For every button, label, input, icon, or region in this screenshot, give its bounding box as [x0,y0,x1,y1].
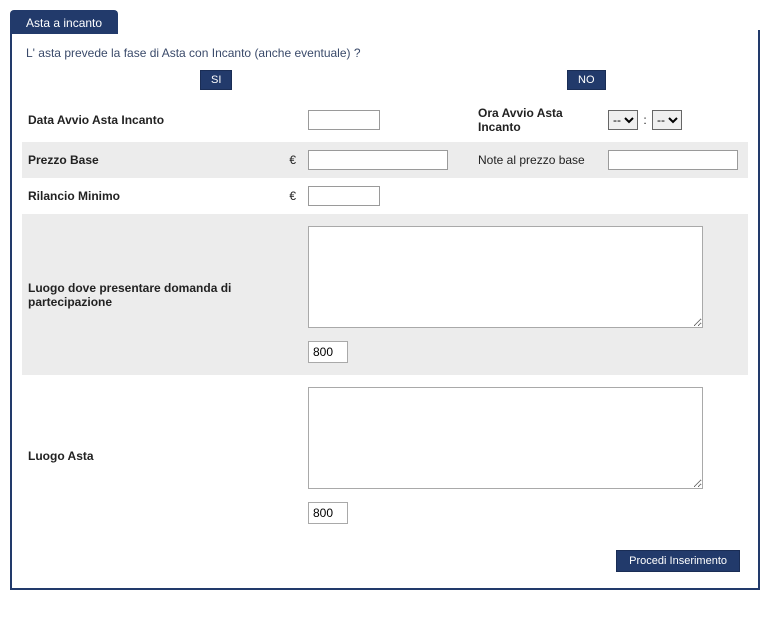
textarea-luogo-asta[interactable] [308,387,703,489]
row-data-avvio: Data Avvio Asta Incanto Ora Avvio Asta I… [22,98,748,142]
no-button[interactable]: NO [567,70,606,90]
row-luogo-asta: Luogo Asta [22,375,748,536]
label-luogo-asta: Luogo Asta [22,375,302,536]
label-ora-avvio: Ora Avvio Asta Incanto [472,98,602,142]
select-ora-h[interactable]: -- [608,110,638,130]
textarea-luogo-domanda[interactable] [308,226,703,328]
procedi-button[interactable]: Procedi Inserimento [616,550,740,572]
label-prezzo-base: Prezzo Base [22,142,282,178]
button-row: Procedi Inserimento [22,536,748,574]
label-note-prezzo: Note al prezzo base [472,142,602,178]
label-rilancio: Rilancio Minimo [22,178,282,214]
si-button[interactable]: SI [200,70,232,90]
row-luogo-domanda: Luogo dove presentare domanda di parteci… [22,214,748,375]
panel-tab: Asta a incanto [10,10,118,34]
input-data-avvio[interactable] [308,110,380,130]
label-luogo-domanda: Luogo dove presentare domanda di parteci… [22,214,302,375]
asta-incanto-panel: Asta a incanto L' asta prevede la fase d… [10,30,760,590]
question-text: L' asta prevede la fase di Asta con Inca… [26,46,748,60]
counter-luogo-asta[interactable] [308,502,348,524]
input-note-prezzo[interactable] [608,150,738,170]
input-prezzo-base[interactable] [308,150,448,170]
form-table: Data Avvio Asta Incanto Ora Avvio Asta I… [22,98,748,536]
currency-rilancio: € [282,178,302,214]
input-rilancio[interactable] [308,186,380,206]
select-ora-m[interactable]: -- [652,110,682,130]
panel-tab-label: Asta a incanto [26,16,102,30]
counter-luogo-domanda[interactable] [308,341,348,363]
label-data-avvio: Data Avvio Asta Incanto [22,98,302,142]
time-separator: : [643,113,646,127]
row-rilancio: Rilancio Minimo € [22,178,748,214]
row-prezzo-base: Prezzo Base € Note al prezzo base [22,142,748,178]
yes-no-row: SI NO [22,70,748,90]
currency-prezzo: € [282,142,302,178]
